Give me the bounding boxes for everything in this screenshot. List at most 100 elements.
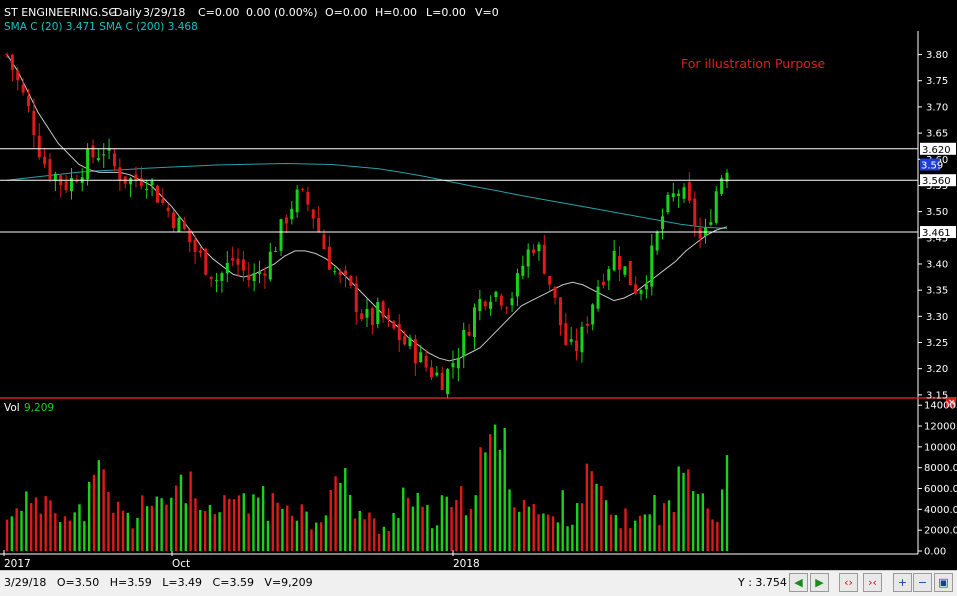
horizontal-levels[interactable]: 3.620 3.560 3.461 3.59: [0, 142, 956, 239]
volume-bar: [174, 485, 178, 551]
candle-body: [193, 239, 197, 252]
candle-body: [381, 301, 385, 318]
volume-bar: [49, 500, 52, 551]
candle-body: [333, 271, 337, 273]
candle-body: [241, 259, 245, 271]
candle-body: [301, 188, 305, 190]
volume-bar: [479, 447, 482, 551]
volume-label: Vol: [4, 402, 20, 414]
candle-body: [580, 326, 584, 353]
candle-body: [354, 283, 358, 312]
sma200-line: [6, 162, 728, 229]
volume-bars: [5, 424, 729, 551]
volume-bar: [711, 519, 714, 551]
candle-body: [204, 248, 208, 275]
volume-bar: [604, 500, 608, 551]
volume-bar: [107, 492, 110, 551]
candle-body: [112, 153, 116, 167]
candle-body: [634, 284, 638, 294]
volume-bar: [580, 503, 584, 551]
candle-body: [155, 185, 159, 203]
candle-body: [714, 191, 718, 223]
candle-body: [32, 110, 36, 136]
volume-bar: [78, 504, 81, 551]
volume-bar: [687, 469, 690, 551]
volume-bar: [97, 460, 101, 551]
candle-body: [338, 271, 342, 276]
scroll-right-button[interactable]: ▶: [810, 573, 829, 592]
volume-bar: [643, 514, 647, 551]
volume-bar: [498, 449, 502, 551]
volume-bar: [155, 496, 158, 551]
volume-tick-label: 2000.00: [924, 526, 957, 537]
candle-body: [64, 181, 68, 190]
volume-bar: [257, 497, 260, 551]
expand-bars-button[interactable]: ›‹: [863, 573, 882, 592]
illustration-note: For illustration Purpose: [681, 56, 825, 71]
candle-body: [569, 339, 573, 342]
level-label: 3.461: [922, 228, 951, 239]
volume-tick-label: 4000.00: [924, 505, 957, 516]
sma-legend: SMA C (20) 3.471 SMA C (200) 3.468: [4, 21, 198, 33]
candle-body: [26, 96, 30, 107]
volume-bar: [63, 516, 67, 551]
zoom-in-button[interactable]: +: [893, 573, 912, 592]
volume-bar: [73, 512, 76, 551]
candle-body: [408, 337, 412, 347]
candle-body: [429, 367, 433, 378]
scroll-left-button[interactable]: ◀: [789, 573, 808, 592]
zoom-out-button[interactable]: −: [913, 573, 932, 592]
volume-tick-label: 10000.00: [924, 442, 957, 453]
chart-period: -Daily: [110, 6, 142, 19]
candle-body: [591, 304, 595, 325]
price-tick-label: 3.70: [926, 102, 948, 113]
volume-bar: [551, 516, 555, 551]
chart-canvas: ST ENGINEERING.SG -Daily 3/29/18 C=0.00 …: [0, 6, 957, 570]
volume-bar: [576, 503, 579, 551]
candle-body: [311, 209, 315, 219]
volume-bar: [252, 494, 255, 551]
volume-bar: [416, 492, 419, 551]
candle-body: [172, 212, 176, 229]
zoom-reset-button[interactable]: ▣: [934, 573, 953, 592]
volume-bar: [131, 528, 134, 551]
candle-body: [349, 275, 353, 286]
candle-body: [209, 276, 213, 280]
compress-bars-button[interactable]: ‹›: [839, 573, 858, 592]
candle-body: [86, 148, 90, 180]
volume-bar: [223, 495, 226, 551]
candle-body: [575, 340, 579, 352]
volume-bar: [720, 489, 724, 551]
candle-body: [161, 199, 165, 204]
volume-bar: [455, 500, 458, 551]
volume-bar: [300, 504, 303, 551]
price-tick-label: 3.80: [926, 50, 948, 61]
candle-body: [284, 217, 288, 224]
candle-body: [37, 135, 41, 158]
header-volume: V=0: [475, 6, 499, 19]
header-change-pct: 0.00 (0.00%): [246, 6, 318, 19]
volume-bar: [493, 424, 497, 551]
volume-bar: [348, 494, 352, 551]
price-tick-label: 3.75: [926, 76, 948, 87]
candle-body: [48, 159, 52, 180]
candle-body: [327, 246, 331, 270]
candle-body: [177, 217, 181, 232]
volume-bar: [518, 511, 521, 551]
time-tick-label: Oct: [172, 558, 190, 570]
candle-body: [231, 258, 235, 261]
volume-bar: [658, 525, 661, 551]
volume-bar: [489, 434, 492, 551]
volume-bar: [34, 497, 38, 551]
candle-body: [601, 281, 605, 286]
price-tick-label: 3.50: [926, 207, 948, 218]
candle-body: [558, 297, 562, 326]
volume-bar: [334, 476, 337, 551]
candle-body: [424, 355, 428, 368]
candle-body: [102, 154, 106, 156]
candle-body: [537, 244, 541, 252]
volume-bar: [179, 474, 183, 551]
volume-bar: [305, 511, 308, 551]
volume-bar: [585, 463, 589, 551]
volume-bar: [150, 505, 154, 551]
